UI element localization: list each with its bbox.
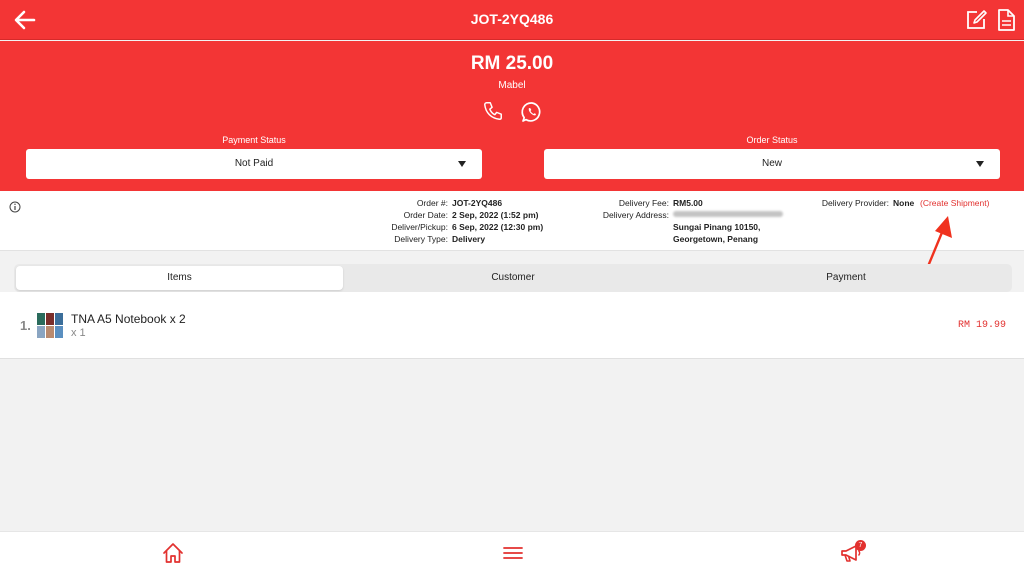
customer-name: Mabel xyxy=(498,80,526,91)
order-date: 2 Sep, 2022 (1:52 pm) xyxy=(452,210,539,220)
phone-icon[interactable] xyxy=(482,100,504,122)
deliver-pickup-label: Deliver/Pickup: xyxy=(391,222,448,232)
product-name[interactable]: TNA A5 Notebook x 2 xyxy=(71,312,186,326)
edit-icon[interactable] xyxy=(964,8,988,32)
order-no-label: Order #: xyxy=(416,198,448,208)
item-index: 1. xyxy=(20,318,31,333)
address-line-2: Sungai Pinang 10150, xyxy=(673,222,761,232)
tab-items[interactable]: Items xyxy=(16,266,343,290)
items-list: 1. TNA A5 Notebook x 2 x 1 RM 19.99 xyxy=(0,292,1024,359)
product-price: RM 19.99 xyxy=(957,320,1006,331)
order-amount: RM 25.00 xyxy=(470,53,554,74)
page-title: JOT-2YQ486 xyxy=(470,11,554,27)
delivery-provider-label: Delivery Provider: xyxy=(821,198,889,208)
product-quantity: x 1 xyxy=(71,327,86,339)
order-no: JOT-2YQ486 xyxy=(452,198,503,208)
order-status-select[interactable]: New xyxy=(544,149,1000,179)
tab-bar: Items Customer Payment xyxy=(14,264,1012,292)
delivery-fee: RM5.00 xyxy=(673,198,703,208)
delivery-type-label: Delivery Type: xyxy=(394,234,448,244)
payment-status-select[interactable]: Not Paid xyxy=(26,149,482,179)
top-bar: JOT-2YQ486 xyxy=(0,0,1024,40)
tab-customer[interactable]: Customer xyxy=(349,266,677,290)
chevron-down-icon xyxy=(976,161,984,167)
address-blurred xyxy=(673,211,783,217)
order-summary-panel: RM 25.00 Mabel Payment Status Not Paid O… xyxy=(0,41,1024,191)
tab-payment[interactable]: Payment xyxy=(682,266,1010,290)
info-icon[interactable] xyxy=(9,201,21,213)
order-status-value: New xyxy=(761,158,782,169)
delivery-type: Delivery xyxy=(452,234,486,244)
delivery-fee-label: Delivery Fee: xyxy=(618,198,669,208)
payment-status-value: Not Paid xyxy=(234,158,274,169)
order-date-label: Order Date: xyxy=(403,210,448,220)
delivery-address-label: Delivery Address: xyxy=(602,210,669,220)
home-icon[interactable] xyxy=(162,542,184,564)
delivery-provider: None xyxy=(893,198,915,208)
order-details: Order #: JOT-2YQ486 Order Date: 2 Sep, 2… xyxy=(0,191,1024,251)
document-icon[interactable] xyxy=(996,8,1016,32)
chevron-down-icon xyxy=(458,161,466,167)
bottom-nav xyxy=(0,531,1024,572)
payment-status-label: Payment Status xyxy=(222,135,286,145)
deliver-pickup-date: 6 Sep, 2022 (12:30 pm) xyxy=(452,222,544,232)
order-status-label: Order Status xyxy=(746,135,798,145)
whatsapp-icon[interactable] xyxy=(520,100,544,124)
menu-icon[interactable] xyxy=(503,542,523,564)
product-thumbnail[interactable] xyxy=(37,313,64,339)
create-shipment-link[interactable]: (Create Shipment) xyxy=(920,197,989,209)
notification-badge: 7 xyxy=(855,540,866,551)
address-line-3: Georgetown, Penang xyxy=(673,234,759,244)
